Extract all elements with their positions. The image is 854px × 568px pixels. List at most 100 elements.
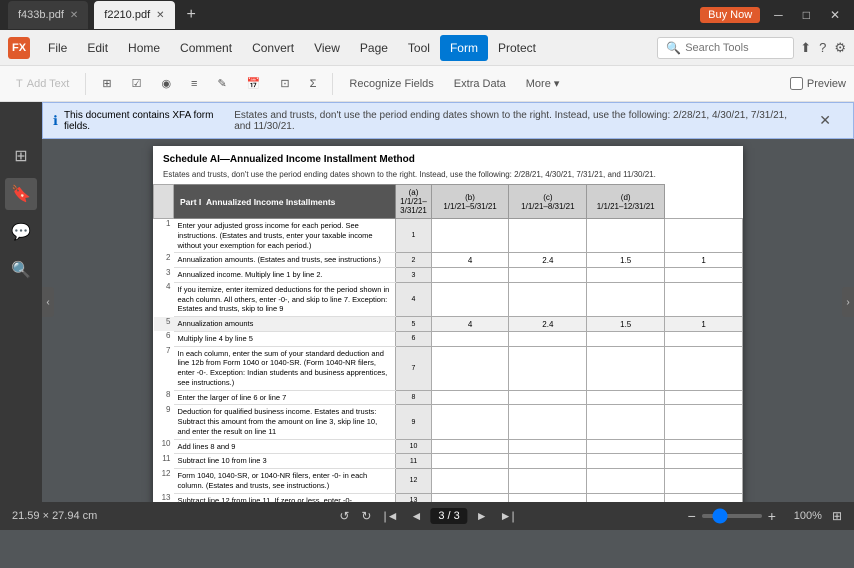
cell-1-b[interactable] — [509, 219, 587, 253]
cell-8-c[interactable] — [587, 390, 665, 405]
search-box[interactable]: 🔍 — [657, 37, 794, 59]
cell-7-a[interactable] — [431, 346, 509, 390]
cell-5-b[interactable]: 2.4 — [509, 317, 587, 332]
menu-tool[interactable]: Tool — [398, 35, 440, 61]
cell-3-d[interactable] — [665, 268, 743, 283]
cell-7-c[interactable] — [587, 346, 665, 390]
menu-page[interactable]: Page — [350, 35, 398, 61]
cell-10-b[interactable] — [509, 439, 587, 454]
add-text-button[interactable]: T Add Text — [8, 74, 77, 94]
menu-view[interactable]: View — [304, 35, 350, 61]
zoom-in-button[interactable]: + — [768, 508, 776, 524]
nav-rotate-right[interactable]: ↻ — [357, 507, 375, 525]
cell-5-a[interactable]: 4 — [431, 317, 509, 332]
cell-8-b[interactable] — [509, 390, 587, 405]
cell-10-d[interactable] — [665, 439, 743, 454]
cell-13-c[interactable] — [587, 493, 665, 502]
toolbar-btn-7[interactable]: 📅 — [239, 73, 269, 94]
cell-10-c[interactable] — [587, 439, 665, 454]
cell-13-b[interactable] — [509, 493, 587, 502]
cell-4-b[interactable] — [509, 282, 587, 316]
cell-8-a[interactable] — [431, 390, 509, 405]
buy-now-button[interactable]: Buy Now — [700, 7, 760, 23]
cell-13-d[interactable] — [665, 493, 743, 502]
menu-convert[interactable]: Convert — [242, 35, 304, 61]
fit-page-button[interactable]: ⊞ — [832, 509, 842, 523]
cell-8-d[interactable] — [665, 390, 743, 405]
toolbar-btn-6[interactable]: ✎ — [209, 73, 234, 94]
settings-icon[interactable]: ⚙ — [834, 40, 846, 56]
cell-2-d[interactable]: 1 — [665, 253, 743, 268]
pdf-area[interactable]: Schedule AI—Annualized Income Installmen… — [42, 130, 854, 502]
maximize-button[interactable]: □ — [797, 6, 816, 24]
menu-home[interactable]: Home — [118, 35, 170, 61]
cell-1-a[interactable] — [431, 219, 509, 253]
sidebar-comments-icon[interactable]: 💬 — [5, 216, 37, 248]
help-icon[interactable]: ? — [819, 40, 826, 55]
close-button[interactable]: ✕ — [824, 6, 846, 24]
toolbar-btn-8[interactable]: ⊡ — [272, 73, 297, 94]
cell-1-d[interactable] — [665, 219, 743, 253]
cell-3-c[interactable] — [587, 268, 665, 283]
zoom-slider[interactable] — [702, 514, 762, 518]
menu-protect[interactable]: Protect — [488, 35, 546, 61]
sidebar-pages-icon[interactable]: ⊞ — [5, 140, 37, 172]
cell-12-a[interactable] — [431, 469, 509, 494]
cell-10-a[interactable] — [431, 439, 509, 454]
cell-4-a[interactable] — [431, 282, 509, 316]
notify-close-button[interactable]: ✕ — [807, 107, 843, 134]
toolbar-btn-3[interactable]: ☑ — [124, 73, 150, 94]
cell-6-c[interactable] — [587, 331, 665, 346]
cell-12-c[interactable] — [587, 469, 665, 494]
right-panel-toggle[interactable]: › — [842, 287, 854, 317]
cell-1-c[interactable] — [587, 219, 665, 253]
toolbar-btn-9[interactable]: Σ — [302, 74, 325, 94]
cell-11-a[interactable] — [431, 454, 509, 469]
tab-close-icon[interactable]: ✕ — [70, 10, 78, 21]
cell-9-c[interactable] — [587, 405, 665, 439]
menu-edit[interactable]: Edit — [77, 35, 118, 61]
preview-checkbox[interactable] — [790, 77, 803, 90]
cell-11-b[interactable] — [509, 454, 587, 469]
cell-5-c[interactable]: 1.5 — [587, 317, 665, 332]
more-button[interactable]: More ▾ — [518, 73, 568, 94]
cell-7-d[interactable] — [665, 346, 743, 390]
recognize-fields-button[interactable]: Recognize Fields — [341, 74, 441, 94]
nav-first-button[interactable]: |◄ — [379, 507, 402, 525]
menu-comment[interactable]: Comment — [170, 35, 242, 61]
toolbar-btn-5[interactable]: ≡ — [183, 74, 205, 94]
cell-12-b[interactable] — [509, 469, 587, 494]
sidebar-bookmarks-icon[interactable]: 🔖 — [5, 178, 37, 210]
cell-2-a[interactable]: 4 — [431, 253, 509, 268]
menu-form[interactable]: Form — [440, 35, 488, 61]
extra-data-button[interactable]: Extra Data — [446, 74, 514, 94]
new-tab-button[interactable]: + — [181, 4, 202, 26]
cell-7-b[interactable] — [509, 346, 587, 390]
cell-3-a[interactable] — [431, 268, 509, 283]
nav-last-button[interactable]: ►| — [496, 507, 519, 525]
cell-13-a[interactable] — [431, 493, 509, 502]
cell-4-c[interactable] — [587, 282, 665, 316]
tab-active-close-icon[interactable]: ✕ — [156, 10, 164, 21]
nav-prev-button[interactable]: ◄ — [406, 507, 426, 525]
toolbar-btn-2[interactable]: ⊞ — [94, 73, 119, 94]
cell-2-b[interactable]: 2.4 — [509, 253, 587, 268]
cell-4-d[interactable] — [665, 282, 743, 316]
sidebar-search-icon[interactable]: 🔍 — [5, 254, 37, 286]
menu-file[interactable]: File — [38, 35, 77, 61]
tab-f2210[interactable]: f2210.pdf ✕ — [94, 1, 174, 29]
toolbar-btn-4[interactable]: ◉ — [153, 73, 179, 94]
cell-6-b[interactable] — [509, 331, 587, 346]
cell-11-d[interactable] — [665, 454, 743, 469]
cell-6-a[interactable] — [431, 331, 509, 346]
share-icon[interactable]: ⬆ — [800, 40, 811, 56]
nav-rotate-left[interactable]: ↺ — [335, 507, 353, 525]
nav-next-button[interactable]: ► — [472, 507, 492, 525]
tab-f433b[interactable]: f433b.pdf ✕ — [8, 1, 88, 29]
cell-9-b[interactable] — [509, 405, 587, 439]
cell-9-a[interactable] — [431, 405, 509, 439]
cell-12-d[interactable] — [665, 469, 743, 494]
cell-2-c[interactable]: 1.5 — [587, 253, 665, 268]
minimize-button[interactable]: ─ — [768, 6, 789, 24]
cell-9-d[interactable] — [665, 405, 743, 439]
